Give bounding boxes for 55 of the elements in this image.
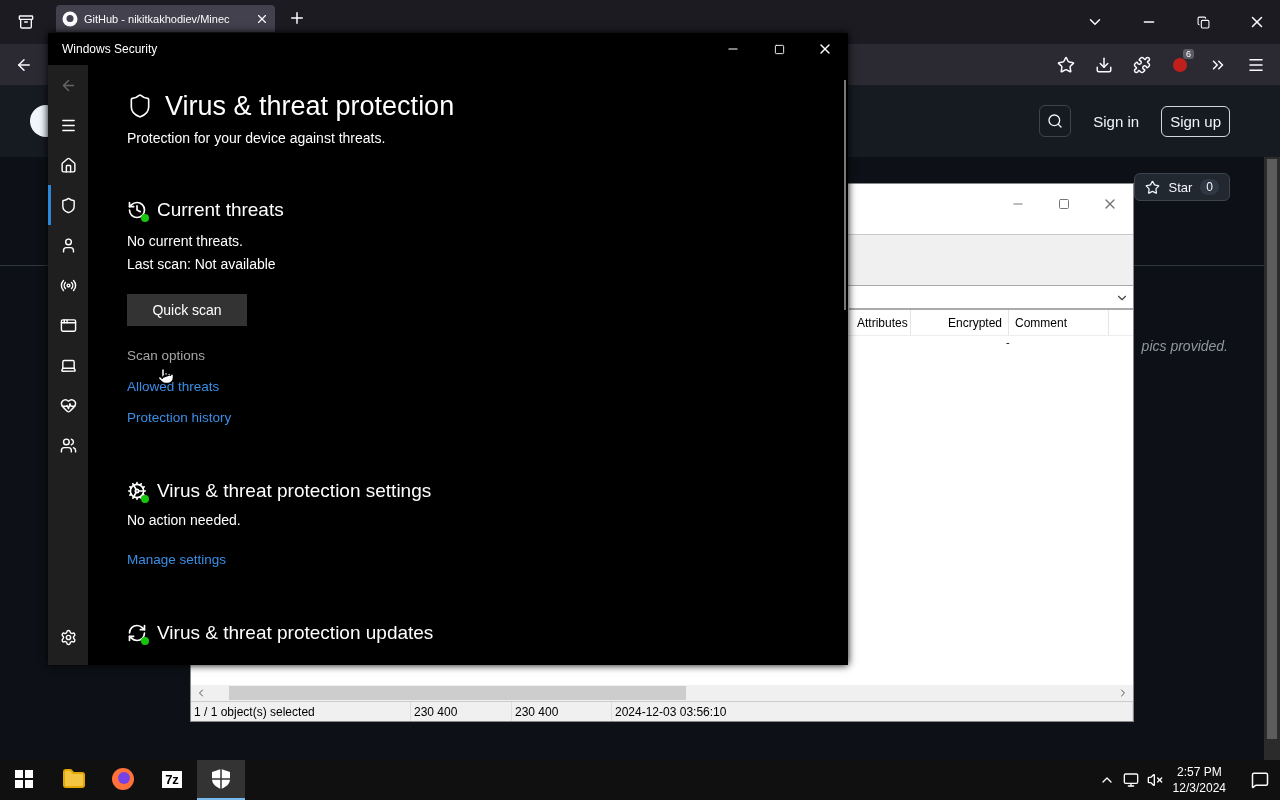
home-icon [59, 156, 77, 174]
refresh-icon [127, 623, 147, 643]
quick-scan-button[interactable]: Quick scan [127, 294, 247, 326]
status-text: 230 400 [512, 702, 612, 721]
search-button[interactable] [1039, 105, 1072, 137]
table-cell: - [1006, 336, 1010, 348]
archiver-logo: 7z [162, 770, 182, 788]
section-title: Virus & threat protection settings [157, 479, 432, 503]
link[interactable]: Protection history [127, 408, 232, 427]
star-count: 0 [1200, 179, 1219, 195]
status-text: 2024-12-03 03:56:10 [612, 702, 1133, 721]
extension-icon [1172, 56, 1188, 73]
plus-icon [288, 9, 306, 27]
section-title: Virus & threat protection updates [157, 621, 434, 645]
link[interactable]: Allowed threats [127, 377, 220, 396]
status-text: 1 / 1 object(s) selected [191, 702, 411, 721]
sign-in-link[interactable]: Sign in [1093, 112, 1140, 130]
gear-icon [127, 481, 147, 501]
column-header[interactable]: Encrypted [911, 310, 1009, 335]
app-window-icon [59, 316, 77, 334]
page-title: Virus & threat protection [165, 90, 455, 123]
status-text: No current threats. [127, 232, 243, 251]
firefox-icon [111, 767, 135, 791]
time-text: 2:57 PM [1176, 764, 1222, 780]
windows-logo [15, 770, 33, 788]
link[interactable]: Manage settings [127, 550, 227, 569]
browser-tab[interactable]: GitHub - nikitkakhodiev/Minec [56, 5, 275, 32]
extension-button[interactable]: 6 [1162, 48, 1198, 81]
about-text: pics provided. [1141, 338, 1228, 354]
heart-pulse-icon [59, 396, 77, 414]
date-text: 12/3/2024 [1172, 780, 1226, 796]
sign-up-button[interactable]: Sign up [1161, 105, 1230, 137]
clock[interactable]: 2:57 PM 12/3/2024 [1172, 764, 1226, 796]
people-icon [59, 436, 77, 454]
section-title: Current threats [157, 198, 284, 222]
link[interactable]: Scan options [127, 346, 206, 365]
status-text: 230 400 [411, 702, 512, 721]
star-button[interactable]: Star 0 [1134, 173, 1230, 201]
column-header[interactable]: Comment [1009, 310, 1109, 335]
scrollbar[interactable] [1264, 157, 1280, 760]
taskbar-app[interactable] [197, 760, 245, 800]
shield-icon [210, 768, 232, 790]
column-header[interactable]: Attributes [851, 310, 911, 335]
star-icon [1145, 179, 1161, 195]
status-text: No action needed. [127, 511, 241, 530]
count-badge: 6 [1183, 48, 1194, 59]
shield-icon [59, 196, 77, 214]
search-icon [1047, 113, 1064, 129]
folder-icon [62, 767, 86, 791]
taskbar-app[interactable]: 7z [148, 760, 196, 800]
window-title: Windows Security [62, 42, 158, 56]
status-text: Last scan: Not available [127, 255, 276, 274]
scrollbar-thumb[interactable] [844, 80, 846, 310]
history-icon [127, 200, 147, 220]
subtitle: Protection for your device against threats. [127, 130, 387, 146]
